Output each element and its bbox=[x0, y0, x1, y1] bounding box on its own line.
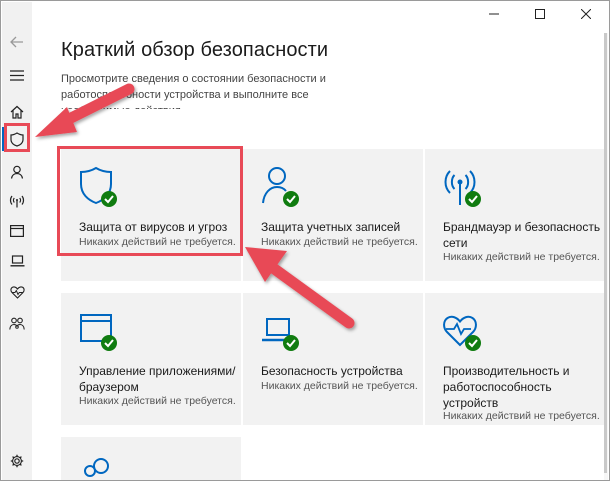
tile-family-options[interactable] bbox=[61, 437, 241, 480]
tile-device-performance[interactable]: Производительность и работоспособность у… bbox=[425, 293, 605, 425]
sidebar-item-device-performance[interactable] bbox=[2, 278, 32, 306]
tile-firewall[interactable]: Брандмауэр и безопасность сети Никаких д… bbox=[425, 149, 605, 281]
heart-pulse-icon bbox=[9, 285, 25, 299]
minimize-button[interactable] bbox=[471, 1, 517, 27]
window-controls bbox=[471, 1, 609, 27]
hamburger-menu-icon bbox=[10, 69, 24, 81]
sidebar bbox=[2, 2, 32, 480]
page-title: Краткий обзор безопасности bbox=[61, 39, 329, 61]
scrollbar[interactable] bbox=[604, 33, 608, 480]
scrollbar-thumb[interactable] bbox=[604, 33, 607, 473]
back-button[interactable] bbox=[2, 28, 32, 56]
sidebar-item-device-security[interactable] bbox=[2, 247, 32, 275]
sidebar-item-family[interactable] bbox=[2, 310, 32, 338]
app-browser-icon bbox=[10, 225, 24, 237]
sidebar-item-home[interactable] bbox=[2, 98, 32, 126]
family-icon bbox=[9, 317, 25, 330]
window: Краткий обзор безопасности Просмотрите с… bbox=[0, 0, 610, 481]
tile-status: Никаких действий не требуется. bbox=[443, 410, 600, 422]
close-icon bbox=[581, 9, 591, 19]
minimize-icon bbox=[489, 13, 499, 15]
home-icon bbox=[10, 105, 24, 119]
device-security-icon bbox=[262, 318, 299, 351]
page-description: Просмотрите сведения о состоянии безопас… bbox=[61, 73, 326, 109]
account-protection-icon bbox=[262, 167, 299, 207]
wifi-signal-icon bbox=[9, 195, 25, 208]
tile-title: Защита учетных записей bbox=[261, 220, 401, 234]
app-browser-control-icon bbox=[80, 314, 117, 351]
tile-status: Никаких действий не требуется. bbox=[261, 380, 418, 392]
sidebar-item-settings[interactable] bbox=[2, 447, 32, 475]
tile-app-browser-control[interactable]: Управление приложениями/браузером Никаки… bbox=[61, 293, 241, 425]
tile-title: Брандмауэр и безопасность сети bbox=[443, 220, 601, 250]
tile-status: Никаких действий не требуется. bbox=[79, 395, 236, 407]
tile-status: Никаких действий не требуется. bbox=[261, 236, 418, 248]
tile-title: Безопасность устройства bbox=[261, 364, 403, 378]
sidebar-item-app-browser[interactable] bbox=[2, 217, 32, 245]
firewall-network-icon bbox=[444, 170, 481, 207]
close-button[interactable] bbox=[563, 1, 609, 27]
back-arrow-icon bbox=[10, 36, 23, 48]
settings-gear-icon bbox=[10, 454, 24, 468]
menu-button[interactable] bbox=[2, 61, 32, 89]
highlight-box-sidebar bbox=[4, 123, 30, 152]
account-icon bbox=[10, 165, 24, 179]
sidebar-item-account[interactable] bbox=[2, 158, 32, 186]
family-options-icon bbox=[84, 458, 109, 477]
highlight-box-tile bbox=[57, 146, 243, 256]
maximize-button[interactable] bbox=[517, 1, 563, 27]
maximize-icon bbox=[535, 9, 545, 19]
device-performance-icon bbox=[443, 315, 481, 351]
tile-account-protection[interactable]: Защита учетных записей Никаких действий … bbox=[243, 149, 423, 281]
tile-title: Производительность и работоспособность у… bbox=[443, 364, 570, 410]
tile-status: Никаких действий не требуется. bbox=[443, 251, 600, 263]
tile-device-security[interactable]: Безопасность устройства Никаких действий… bbox=[243, 293, 423, 425]
tile-title: Управление приложениями/браузером bbox=[79, 364, 236, 394]
laptop-icon bbox=[10, 255, 24, 267]
sidebar-item-firewall[interactable] bbox=[2, 187, 32, 215]
